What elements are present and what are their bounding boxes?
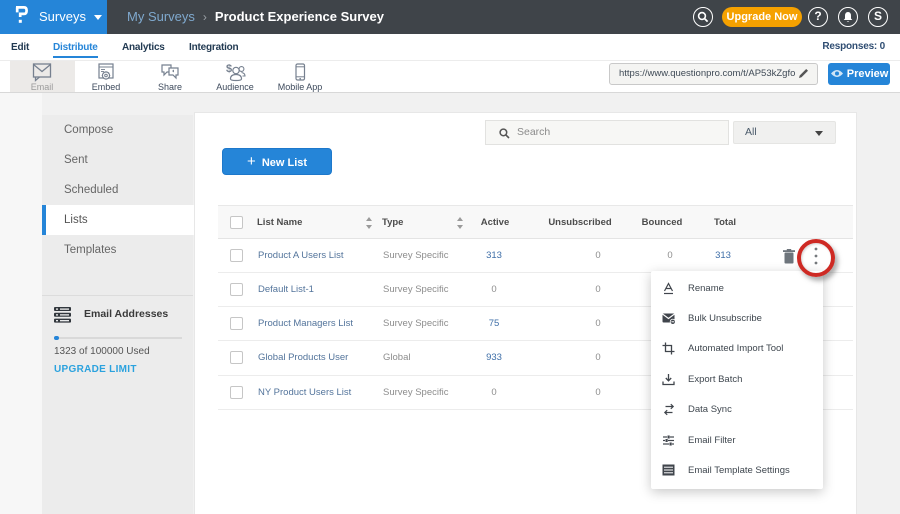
svg-text:$: $ xyxy=(226,63,232,75)
